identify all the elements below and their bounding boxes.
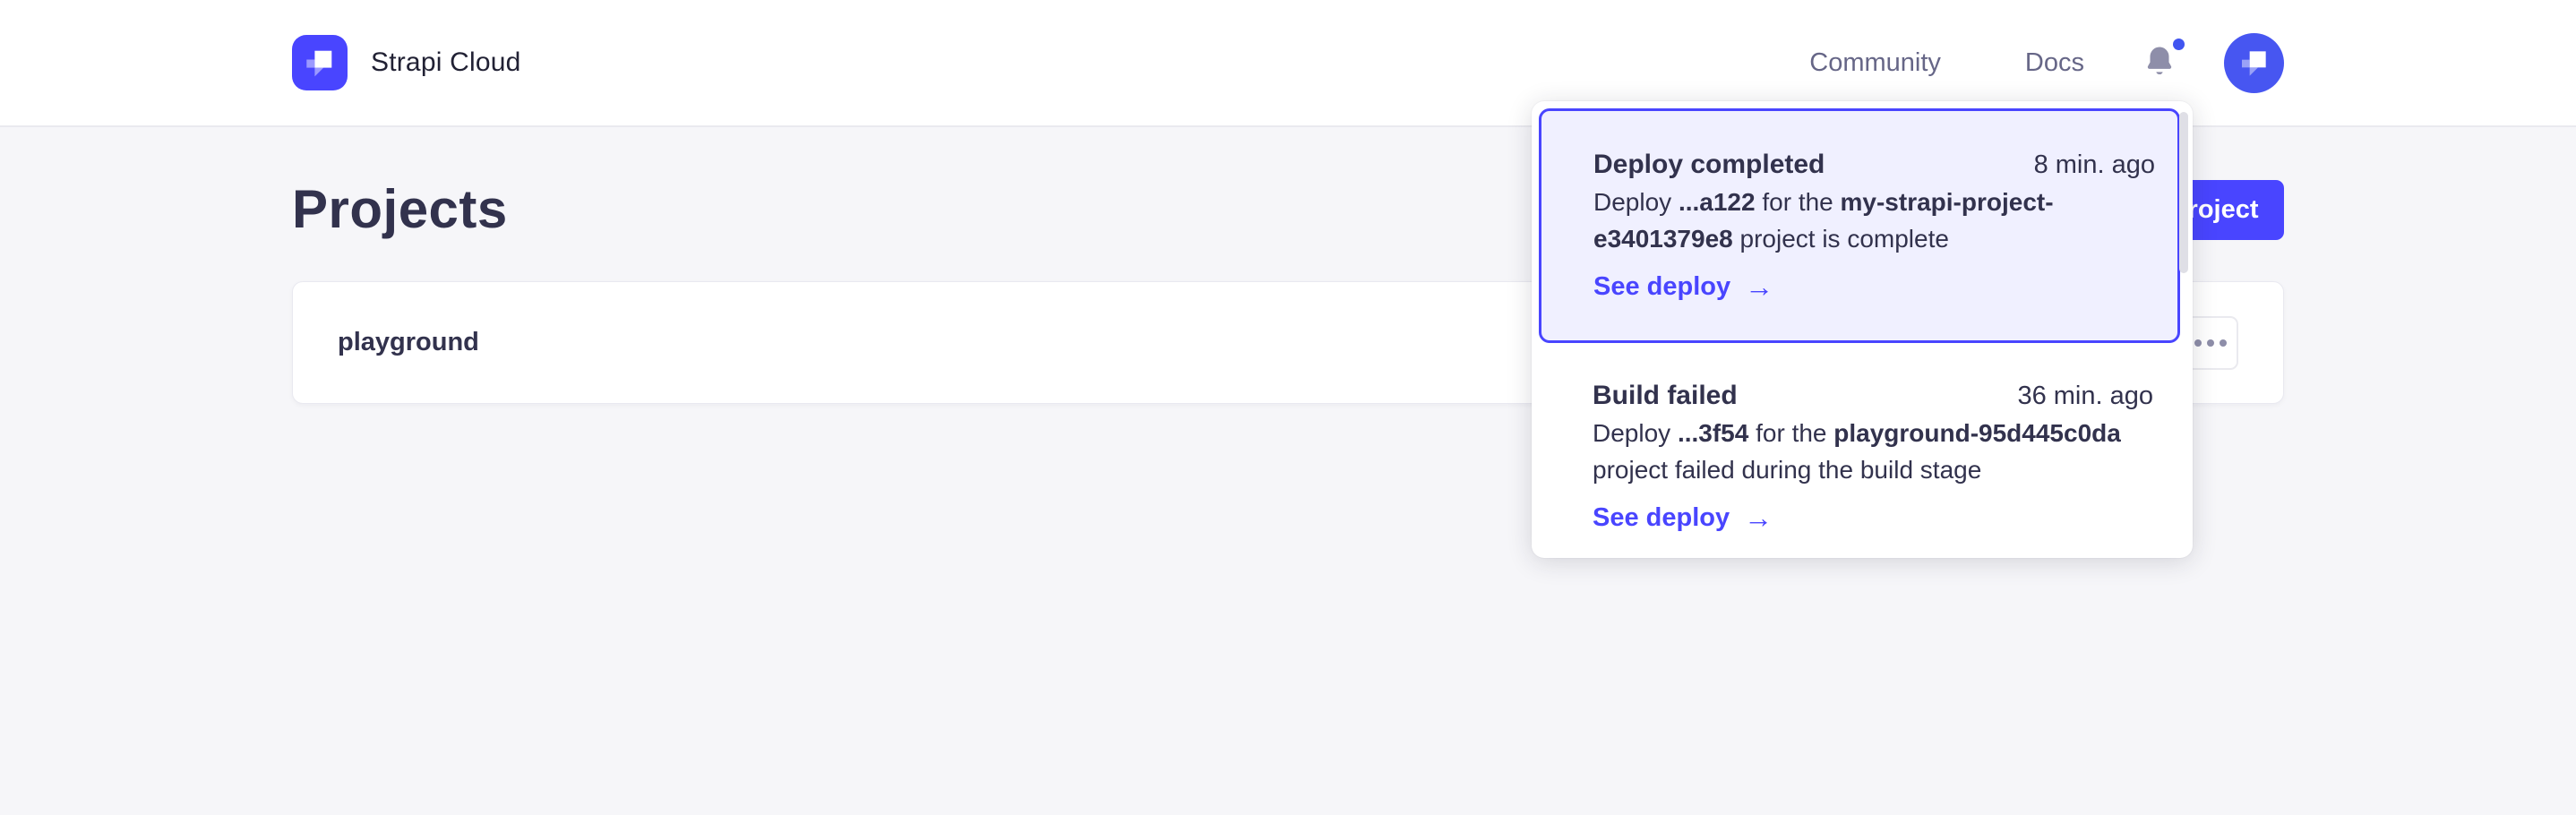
header-actions: Community Docs [1809, 33, 2284, 93]
notifications-popover: Deploy completed 8 min. ago Deploy ...a1… [1532, 101, 2193, 558]
ellipsis-icon [2207, 339, 2214, 347]
notification-header: Deploy completed 8 min. ago [1593, 146, 2155, 184]
notification-header: Build failed 36 min. ago [1593, 377, 2153, 415]
see-deploy-link[interactable]: See deploy→ [1593, 269, 1773, 305]
unread-dot [2173, 39, 2185, 50]
notification-body: Deploy ...a122 for the my-strapi-project… [1593, 184, 2155, 257]
arrow-right-icon: → [1744, 500, 1773, 536]
bell-icon [2142, 42, 2177, 83]
ellipsis-icon [2220, 339, 2227, 347]
notification-item-build-failed[interactable]: Build failed 36 min. ago Deploy ...3f54 … [1539, 350, 2180, 536]
notification-item-deploy-completed[interactable]: Deploy completed 8 min. ago Deploy ...a1… [1539, 108, 2180, 343]
user-avatar[interactable] [2224, 33, 2284, 93]
notification-timestamp: 36 min. ago [2017, 378, 2153, 415]
brand-name: Strapi Cloud [371, 47, 521, 78]
see-deploy-link[interactable]: See deploy→ [1593, 500, 1773, 536]
strapi-logo-icon [292, 35, 348, 90]
scrollbar-thumb[interactable] [2179, 112, 2188, 273]
notification-timestamp: 8 min. ago [2034, 147, 2155, 184]
nav-link-community[interactable]: Community [1809, 48, 1941, 78]
brand[interactable]: Strapi Cloud [292, 35, 521, 90]
notification-title: Deploy completed [1593, 146, 1825, 183]
notification-body: Deploy ...3f54 for the playground-95d445… [1593, 415, 2153, 488]
avatar-strapi-glyph [2237, 45, 2272, 81]
ellipsis-icon [2194, 339, 2202, 347]
notification-title: Build failed [1593, 377, 1738, 414]
strapi-glyph [301, 44, 339, 82]
arrow-right-icon: → [1745, 269, 1773, 305]
project-name: playground [338, 328, 479, 357]
nav-link-docs[interactable]: Docs [2025, 48, 2084, 78]
notifications-button[interactable] [2142, 42, 2177, 83]
